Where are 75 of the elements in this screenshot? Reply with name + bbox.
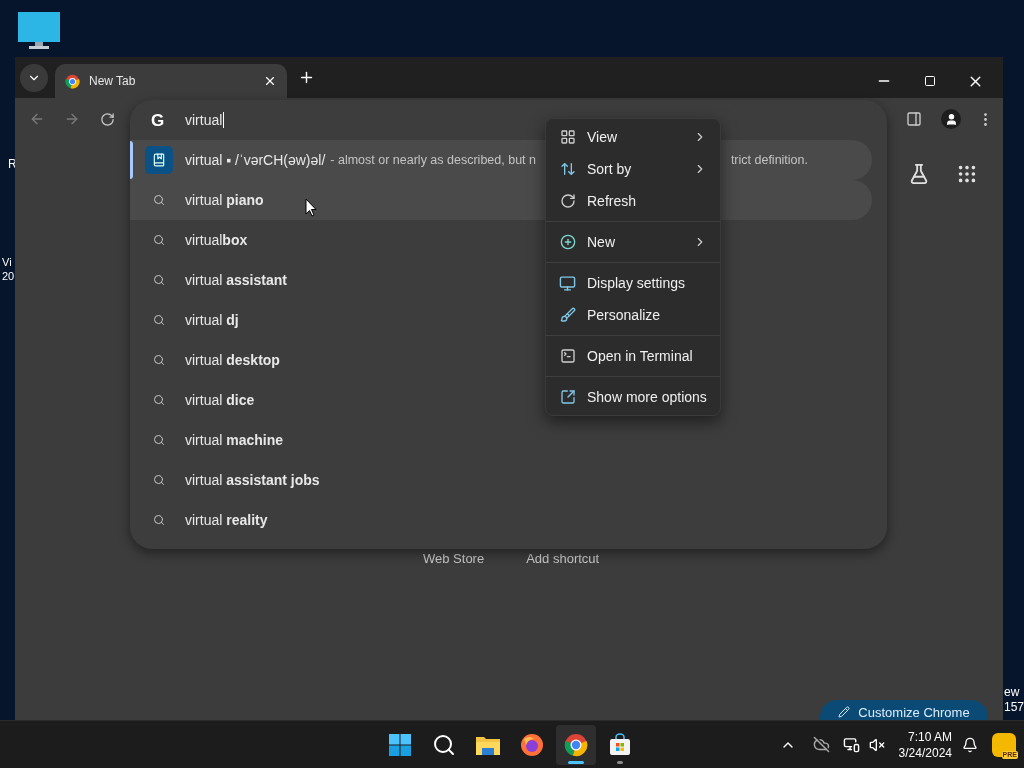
terminal-icon xyxy=(559,348,576,364)
search-icon xyxy=(153,434,165,446)
maximize-icon[interactable] xyxy=(924,75,936,87)
bell-icon[interactable] xyxy=(962,736,978,753)
search-icon xyxy=(153,274,165,286)
brush-icon xyxy=(559,307,576,323)
suggestion-text: virtual ▪ /ˈvərCH(əw)əl/ xyxy=(185,150,326,170)
back-icon[interactable] xyxy=(29,111,45,127)
fox-browser-icon xyxy=(520,732,544,757)
refresh-icon xyxy=(559,193,576,209)
clock-time[interactable]: 7:10 AM xyxy=(907,728,952,745)
person-icon xyxy=(944,112,958,126)
browser-tab[interactable]: New Tab xyxy=(55,64,287,98)
store-bag-icon xyxy=(608,732,632,757)
network-icon[interactable] xyxy=(842,736,860,753)
search-icon xyxy=(153,234,165,246)
suggestion-text: virtual reality xyxy=(185,510,268,530)
new-tab-icon[interactable] xyxy=(298,69,315,86)
cloud-off-icon[interactable] xyxy=(812,736,830,753)
menu-item[interactable]: New xyxy=(546,226,720,258)
suggestion-text: virtual piano xyxy=(185,190,264,210)
menu-item[interactable]: Display settings xyxy=(546,267,720,299)
desktop-label: 20 xyxy=(2,269,15,283)
profile-avatar[interactable] xyxy=(941,109,961,129)
side-panel-icon[interactable] xyxy=(906,111,922,127)
monitor-icon[interactable] xyxy=(18,12,60,50)
suggestion-text: virtualbox xyxy=(185,230,248,250)
customize-chrome-button[interactable]: Customize Chrome xyxy=(820,700,988,720)
dictionary-icon xyxy=(145,146,173,174)
suggestion-text: virtual assistant xyxy=(185,270,287,290)
flask-icon[interactable] xyxy=(908,163,930,185)
taskbar-app-button[interactable] xyxy=(556,724,596,765)
plus-circle-icon xyxy=(559,234,576,250)
forward-icon[interactable] xyxy=(64,111,80,127)
desktop-label: Vi xyxy=(2,255,13,269)
suggestion-text: virtual dice xyxy=(185,390,255,410)
definition-text: - almost or nearly as described, but n xyxy=(330,151,536,169)
reload-icon[interactable] xyxy=(100,111,115,127)
menu-item[interactable]: Personalize xyxy=(546,299,720,331)
menu-item[interactable]: Refresh xyxy=(546,185,720,217)
cursor-icon xyxy=(305,198,317,217)
chrome-icon xyxy=(564,732,588,757)
desktop-label: ew xyxy=(1004,685,1021,700)
shortcut-label[interactable]: Add shortcut xyxy=(526,549,600,569)
shortcut-label[interactable]: Web Store xyxy=(423,549,485,569)
search-icon xyxy=(153,394,165,406)
menu-item[interactable]: Open in Terminal xyxy=(546,340,720,372)
tab-search-button[interactable] xyxy=(20,64,48,92)
chrome-logo-icon xyxy=(65,73,80,89)
sort-icon xyxy=(559,161,576,177)
volume-mute-icon[interactable] xyxy=(868,736,885,753)
tab-title: New Tab xyxy=(89,73,137,90)
search-engine-logo: G xyxy=(151,111,165,129)
search-icon xyxy=(153,514,165,526)
clock-date[interactable]: 3/24/2024 xyxy=(898,744,952,761)
close-icon[interactable] xyxy=(263,74,277,88)
windows-start-icon xyxy=(388,732,412,757)
search-icon xyxy=(153,194,165,206)
search-icon xyxy=(432,732,456,757)
suggestion-text: virtual machine xyxy=(185,430,284,450)
search-icon xyxy=(153,314,165,326)
desktop-label: 157 xyxy=(1004,700,1024,715)
grid-icon xyxy=(559,129,576,145)
address-field[interactable]: virtual xyxy=(185,109,485,131)
menu-item[interactable]: Show more options xyxy=(546,381,720,413)
suggestion-text: virtual dj xyxy=(185,310,239,330)
search-icon xyxy=(153,354,165,366)
monitor-icon xyxy=(559,274,576,292)
open-external-icon xyxy=(559,389,576,405)
search-icon xyxy=(153,474,165,486)
pencil-icon xyxy=(838,706,851,718)
suggestion-text: virtual assistant jobs xyxy=(185,470,320,490)
definition-text: trict definition. xyxy=(730,151,808,169)
apps-grid-icon[interactable] xyxy=(956,163,978,185)
suggestion-text: virtual desktop xyxy=(185,350,280,370)
